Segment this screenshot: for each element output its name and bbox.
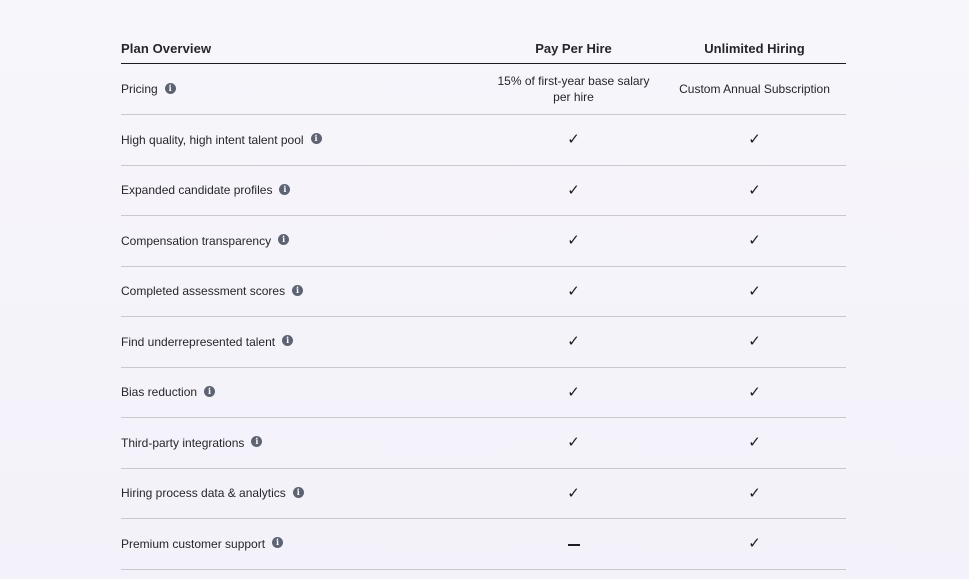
info-icon[interactable]: i	[292, 486, 304, 498]
check-icon: ✓	[748, 231, 761, 250]
feature-label: Bias reduction	[121, 385, 198, 400]
check-icon: ✓	[567, 483, 580, 502]
check-icon: ✓	[567, 382, 580, 401]
table-row: Premium customer support i ✓	[121, 519, 846, 570]
feature-label: Completed assessment scores	[121, 284, 286, 299]
plan-overview-heading: Plan Overview	[121, 41, 212, 56]
check-icon: ✓	[748, 332, 761, 351]
check-icon: ✓	[567, 180, 580, 199]
info-icon[interactable]: i	[204, 385, 216, 397]
table-row: Bias reduction i ✓ ✓	[121, 368, 846, 418]
unlimited-hiring-pricing: Custom Annual Subscription	[679, 82, 830, 96]
dash-icon	[567, 543, 580, 546]
check-icon: ✓	[567, 130, 580, 149]
info-icon[interactable]: i	[251, 436, 263, 448]
table-row: Compensation transparency i ✓ ✓	[121, 216, 846, 267]
info-icon[interactable]: i	[164, 82, 176, 94]
info-icon[interactable]: i	[292, 284, 304, 296]
table-row: Hiring process data & analytics i ✓ ✓	[121, 469, 846, 519]
check-icon: ✓	[748, 130, 761, 149]
check-icon: ✓	[567, 231, 580, 250]
check-icon: ✓	[748, 382, 761, 401]
table-row: Find underrepresented talent i ✓ ✓	[121, 317, 846, 368]
check-icon: ✓	[748, 534, 761, 553]
check-icon: ✓	[748, 180, 761, 199]
table-row: Expanded candidate profiles i ✓ ✓	[121, 166, 846, 216]
check-icon: ✓	[748, 483, 761, 502]
feature-label: Hiring process data & analytics	[121, 486, 286, 501]
feature-label: Expanded candidate profiles	[121, 183, 273, 198]
info-icon[interactable]: i	[279, 183, 291, 195]
pay-per-hire-pricing: 15% of first-year base salary per hire	[497, 74, 650, 104]
check-icon: ✓	[567, 332, 580, 351]
pay-per-hire-heading: Pay Per Hire	[535, 40, 612, 56]
check-icon: ✓	[567, 433, 580, 452]
feature-label: Premium customer support	[121, 536, 266, 551]
check-icon: ✓	[748, 433, 761, 452]
table-header: Plan Overview Pay Per Hire Unlimited Hir…	[121, 34, 846, 64]
info-icon[interactable]: i	[272, 537, 284, 549]
table-row-pricing: Pricing i 15% of first-year base salary …	[121, 64, 846, 115]
info-icon[interactable]: i	[278, 234, 290, 246]
table-row: Third-party integrations i ✓ ✓	[121, 418, 846, 469]
check-icon: ✓	[567, 281, 580, 300]
feature-label: Find underrepresented talent	[121, 334, 276, 349]
feature-label: Pricing	[121, 82, 158, 96]
feature-label: Compensation transparency	[121, 233, 272, 248]
feature-label: Third-party integrations	[121, 435, 245, 450]
feature-label: High quality, high intent talent pool	[121, 132, 304, 147]
table-row: High quality, high intent talent pool i …	[121, 115, 846, 166]
plan-comparison-table: Plan Overview Pay Per Hire Unlimited Hir…	[121, 34, 846, 570]
unlimited-hiring-heading: Unlimited Hiring	[704, 40, 805, 56]
info-icon[interactable]: i	[310, 133, 322, 145]
check-icon: ✓	[748, 281, 761, 300]
info-icon[interactable]: i	[282, 335, 294, 347]
table-row: Completed assessment scores i ✓ ✓	[121, 267, 846, 317]
